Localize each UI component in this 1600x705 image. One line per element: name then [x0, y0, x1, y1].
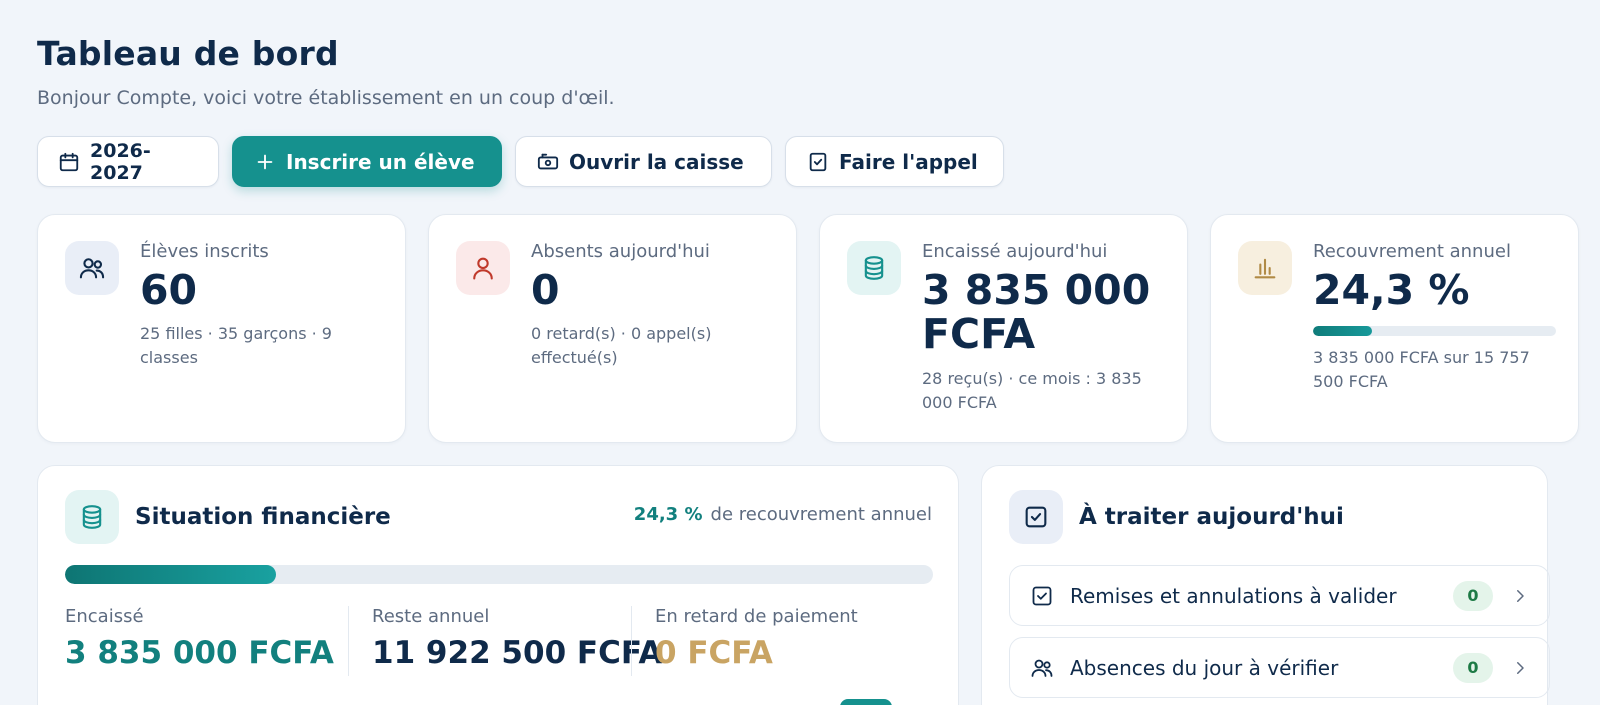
collected-column: Encaissé 3 835 000 FCFA [65, 606, 334, 671]
stat-value: 3 835 000 FCFA [922, 266, 1151, 359]
bar-chart-icon [1238, 241, 1292, 295]
todo-count-badge: 0 [1453, 580, 1493, 611]
divider [348, 606, 349, 676]
stat-card-absents[interactable]: Absents aujourd'hui 0 0 retard(s) · 0 ap… [428, 214, 797, 443]
remaining-value: 11 922 500 FCFA [372, 635, 663, 671]
late-payment-label: En retard de paiement [655, 606, 858, 627]
page-title: Tableau de bord [37, 34, 339, 73]
checkbox-icon [1032, 586, 1052, 605]
stat-card-recovery[interactable]: Recouvrement annuel 24,3 % 3 835 000 FCF… [1210, 214, 1579, 443]
page-subtitle: Bonjour Compte, voici votre établissemen… [37, 87, 615, 109]
stat-detail: 25 filles · 35 garçons · 9 classes [140, 324, 332, 368]
checkbox-icon [1009, 490, 1063, 544]
users-icon [65, 241, 119, 295]
checkbox-icon [809, 152, 827, 171]
divider [631, 606, 632, 676]
page-header: Tableau de bord Bonjour Compte, voici vo… [37, 34, 615, 109]
chevron-right-icon [1517, 661, 1524, 674]
financial-progress-fill [65, 565, 276, 584]
user-icon [456, 241, 510, 295]
recovery-progress-fill [1313, 326, 1373, 337]
todo-item-discounts[interactable]: Remises et annulations à valider 0 [1009, 565, 1550, 626]
stat-detail: 0 retard(s) · 0 appel(s) effectué(s) [531, 324, 712, 368]
stat-detail: 3 835 000 FCFA sur 15 757 500 FCFA [1313, 348, 1530, 392]
todo-card-title: À traiter aujourd'hui [1079, 504, 1344, 530]
stat-value: 24,3 % [1313, 266, 1470, 314]
collected-value: 3 835 000 FCFA [65, 635, 334, 671]
late-payment-column: En retard de paiement 0 FCFA [655, 606, 858, 671]
stat-label: Recouvrement annuel [1313, 241, 1511, 262]
open-cash-register-label: Ouvrir la caisse [569, 149, 744, 174]
database-icon [847, 241, 901, 295]
stat-label: Encaissé aujourd'hui [922, 241, 1108, 262]
financial-progress-bar [65, 565, 933, 584]
chevron-right-icon [1517, 589, 1524, 602]
stat-label: Élèves inscrits [140, 241, 269, 262]
late-payment-value: 0 FCFA [655, 635, 773, 671]
financial-card-title: Situation financière [135, 504, 391, 530]
database-icon [65, 490, 119, 544]
take-attendance-label: Faire l'appel [839, 149, 978, 174]
recovery-progress-bar [1313, 326, 1556, 337]
stat-detail: 28 reçu(s) · ce mois : 3 835 000 FCFA [922, 368, 1142, 412]
financial-situation-card: Situation financière 24,3 % de recouvreme… [37, 465, 959, 705]
users-icon [1031, 659, 1053, 677]
cash-register-icon [537, 153, 559, 169]
todo-card: À traiter aujourd'hui Remises et annulat… [981, 465, 1550, 705]
remaining-label: Reste annuel [372, 606, 490, 627]
todo-item-absences[interactable]: Absences du jour à vérifier 0 [1009, 637, 1550, 698]
enroll-student-label: Inscrire un élève [286, 149, 475, 174]
stat-card-collected[interactable]: Encaissé aujourd'hui 3 835 000 FCFA 28 r… [819, 214, 1188, 443]
school-year-button[interactable]: 2026-2027 [37, 136, 219, 187]
todo-item-label: Remises et annulations à valider [1070, 583, 1397, 608]
take-attendance-button[interactable]: Faire l'appel [785, 136, 1004, 187]
stats-row: Élèves inscrits 60 25 filles · 35 garçon… [37, 214, 1579, 443]
todo-count-badge: 0 [1453, 652, 1493, 683]
calendar-icon [59, 152, 79, 171]
todo-item-label: Absences du jour à vérifier [1070, 655, 1339, 680]
financial-action-button[interactable] [840, 699, 892, 705]
enroll-student-button[interactable]: Inscrire un élève [232, 136, 502, 187]
plus-icon [257, 154, 273, 169]
recovery-summary: 24,3 % de recouvrement annuel [634, 504, 932, 525]
stat-value: 0 [531, 266, 560, 314]
stat-card-students[interactable]: Élèves inscrits 60 25 filles · 35 garçon… [37, 214, 406, 443]
open-cash-register-button[interactable]: Ouvrir la caisse [515, 136, 772, 187]
school-year-label: 2026-2027 [90, 139, 151, 184]
recovery-summary-text: de recouvrement annuel [710, 504, 932, 525]
collected-label: Encaissé [65, 606, 144, 627]
recovery-percent: 24,3 % [633, 504, 703, 525]
stat-label: Absents aujourd'hui [531, 241, 710, 262]
remaining-column: Reste annuel 11 922 500 FCFA [372, 606, 662, 671]
stat-value: 60 [140, 266, 198, 314]
toolbar: 2026-2027 Inscrire un élève Ouvrir la ca… [37, 136, 1004, 187]
